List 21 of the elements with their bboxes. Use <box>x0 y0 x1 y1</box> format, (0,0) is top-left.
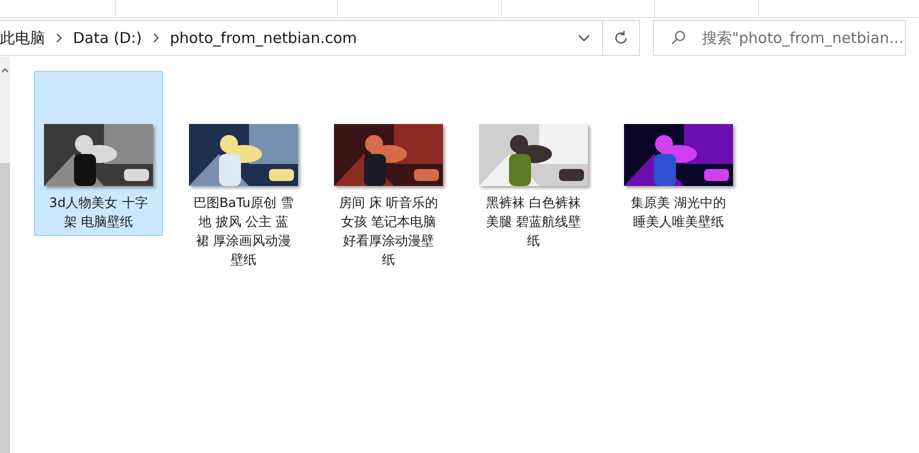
file-item[interactable]: 集原美 湖光中的睡美人唯美壁纸 <box>614 71 743 236</box>
file-name: 巴图BaTu原创 雪地 披风 公主 蓝裙 厚涂画风动漫壁纸 <box>192 195 295 270</box>
breadcrumb[interactable]: photo_from_netbian.com <box>170 29 357 47</box>
refresh-icon <box>613 30 629 46</box>
chevron-icon[interactable] <box>152 33 160 43</box>
breadcrumb[interactable]: 此电脑 <box>0 28 45 48</box>
file-name: 集原美 湖光中的睡美人唯美壁纸 <box>630 195 728 232</box>
file-item[interactable]: 房间 床 听音乐的女孩 笔记本电脑好看厚涂动漫壁纸 <box>324 71 453 273</box>
scroll-up-icon[interactable] <box>1 67 9 73</box>
chevron-icon[interactable] <box>55 33 63 43</box>
scrollbar-thumb[interactable] <box>0 163 10 453</box>
file-item[interactable]: 黑裤袜 白色裤袜美腿 碧蓝航线壁纸 <box>469 71 598 254</box>
file-item[interactable]: 巴图BaTu原创 雪地 披风 公主 蓝裙 厚涂画风动漫壁纸 <box>179 71 308 273</box>
file-name: 黑裤袜 白色裤袜美腿 碧蓝航线壁纸 <box>484 195 582 251</box>
breadcrumb[interactable]: Data (D:) <box>73 29 142 47</box>
search-icon <box>670 30 686 46</box>
file-name: 房间 床 听音乐的女孩 笔记本电脑好看厚涂动漫壁纸 <box>338 195 440 270</box>
file-name: 3d人物美女 十字架 电脑壁纸 <box>48 195 149 232</box>
search-field[interactable]: 搜索"photo_from_netbian... <box>653 20 906 56</box>
chevron-down-icon <box>578 34 590 42</box>
file-item[interactable]: 3d人物美女 十字架 电脑壁纸 <box>34 71 163 236</box>
